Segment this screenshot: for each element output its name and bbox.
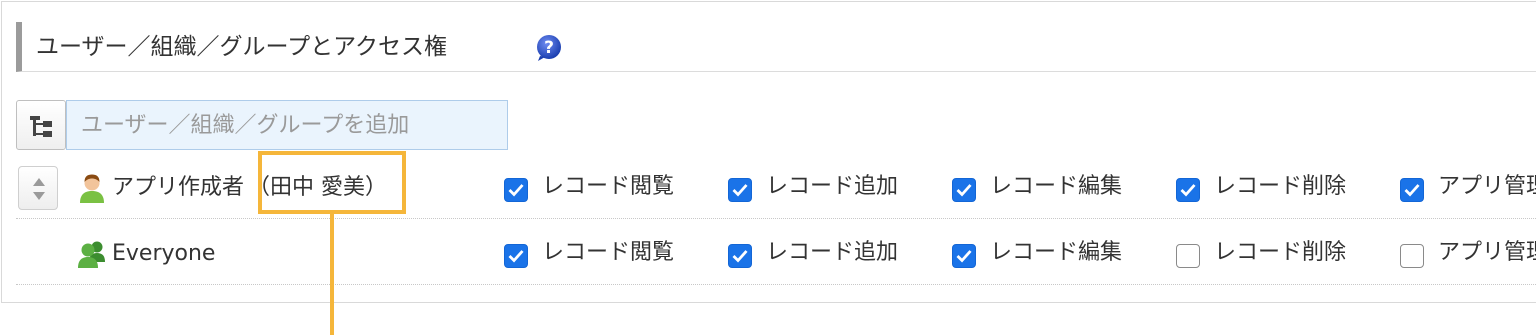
permission-delete[interactable]: レコード削除	[1176, 172, 1346, 202]
sort-handle[interactable]	[18, 166, 58, 210]
entity-cell: Everyone	[76, 238, 215, 270]
permission-label: レコード閲覧	[542, 240, 675, 265]
checkbox-checked[interactable]	[952, 178, 976, 202]
table-row: アプリ作成者 （田中 愛美） レコード閲覧 レコード追加 レコード編集 レコード…	[16, 154, 1536, 219]
checkbox-checked[interactable]	[504, 244, 528, 268]
org-tree-button[interactable]	[16, 100, 66, 150]
checkbox-unchecked[interactable]	[1176, 244, 1200, 268]
group-icon	[78, 241, 105, 268]
permission-label: レコード追加	[766, 240, 899, 265]
section-header: ユーザー／組織／グループとアクセス権 ?	[16, 22, 1536, 72]
user-icon	[80, 174, 104, 203]
help-icon[interactable]: ?	[534, 32, 564, 62]
permission-label: レコード閲覧	[542, 174, 675, 199]
access-panel: ユーザー／組織／グループとアクセス権 ? ユーザー／組織／グループを追加 アプリ…	[1, 1, 1536, 303]
checkbox-checked[interactable]	[728, 178, 752, 202]
permission-delete[interactable]: レコード削除	[1176, 238, 1346, 268]
permission-view[interactable]: レコード閲覧	[504, 238, 674, 268]
permission-edit[interactable]: レコード編集	[952, 172, 1122, 202]
callout-line	[330, 214, 334, 335]
permission-label: レコード追加	[766, 174, 899, 199]
checkbox-checked[interactable]	[952, 244, 976, 268]
svg-text:?: ?	[544, 38, 554, 58]
section-title: ユーザー／組織／グループとアクセス権	[36, 34, 448, 60]
checkbox-checked[interactable]	[728, 244, 752, 268]
checkbox-checked[interactable]	[1400, 178, 1424, 202]
permission-add[interactable]: レコード追加	[728, 172, 898, 202]
checkbox-checked[interactable]	[504, 178, 528, 202]
entity-name: Everyone	[112, 241, 216, 266]
permission-edit[interactable]: レコード編集	[952, 238, 1122, 268]
entity-name: アプリ作成者	[112, 175, 245, 200]
permission-label: アプリ管理	[1438, 240, 1536, 265]
permission-manage-app[interactable]: アプリ管理	[1400, 172, 1536, 202]
checkbox-unchecked[interactable]	[1400, 244, 1424, 268]
checkbox-checked[interactable]	[1176, 178, 1200, 202]
permission-label: レコード編集	[990, 174, 1123, 199]
permission-view[interactable]: レコード閲覧	[504, 172, 674, 202]
table-row: Everyone レコード閲覧 レコード追加 レコード編集 レコード削除 アプリ…	[16, 220, 1536, 285]
permission-add[interactable]: レコード追加	[728, 238, 898, 268]
permission-label: レコード削除	[1214, 174, 1347, 199]
org-tree-icon	[30, 116, 52, 137]
permission-manage-app[interactable]: アプリ管理	[1400, 238, 1536, 268]
sort-arrows-icon	[33, 178, 45, 200]
permission-label: レコード編集	[990, 240, 1123, 265]
permission-label: レコード削除	[1214, 240, 1347, 265]
permission-label: アプリ管理	[1438, 174, 1536, 199]
add-entity-input[interactable]	[66, 100, 508, 150]
callout-highlight-box	[258, 151, 406, 214]
